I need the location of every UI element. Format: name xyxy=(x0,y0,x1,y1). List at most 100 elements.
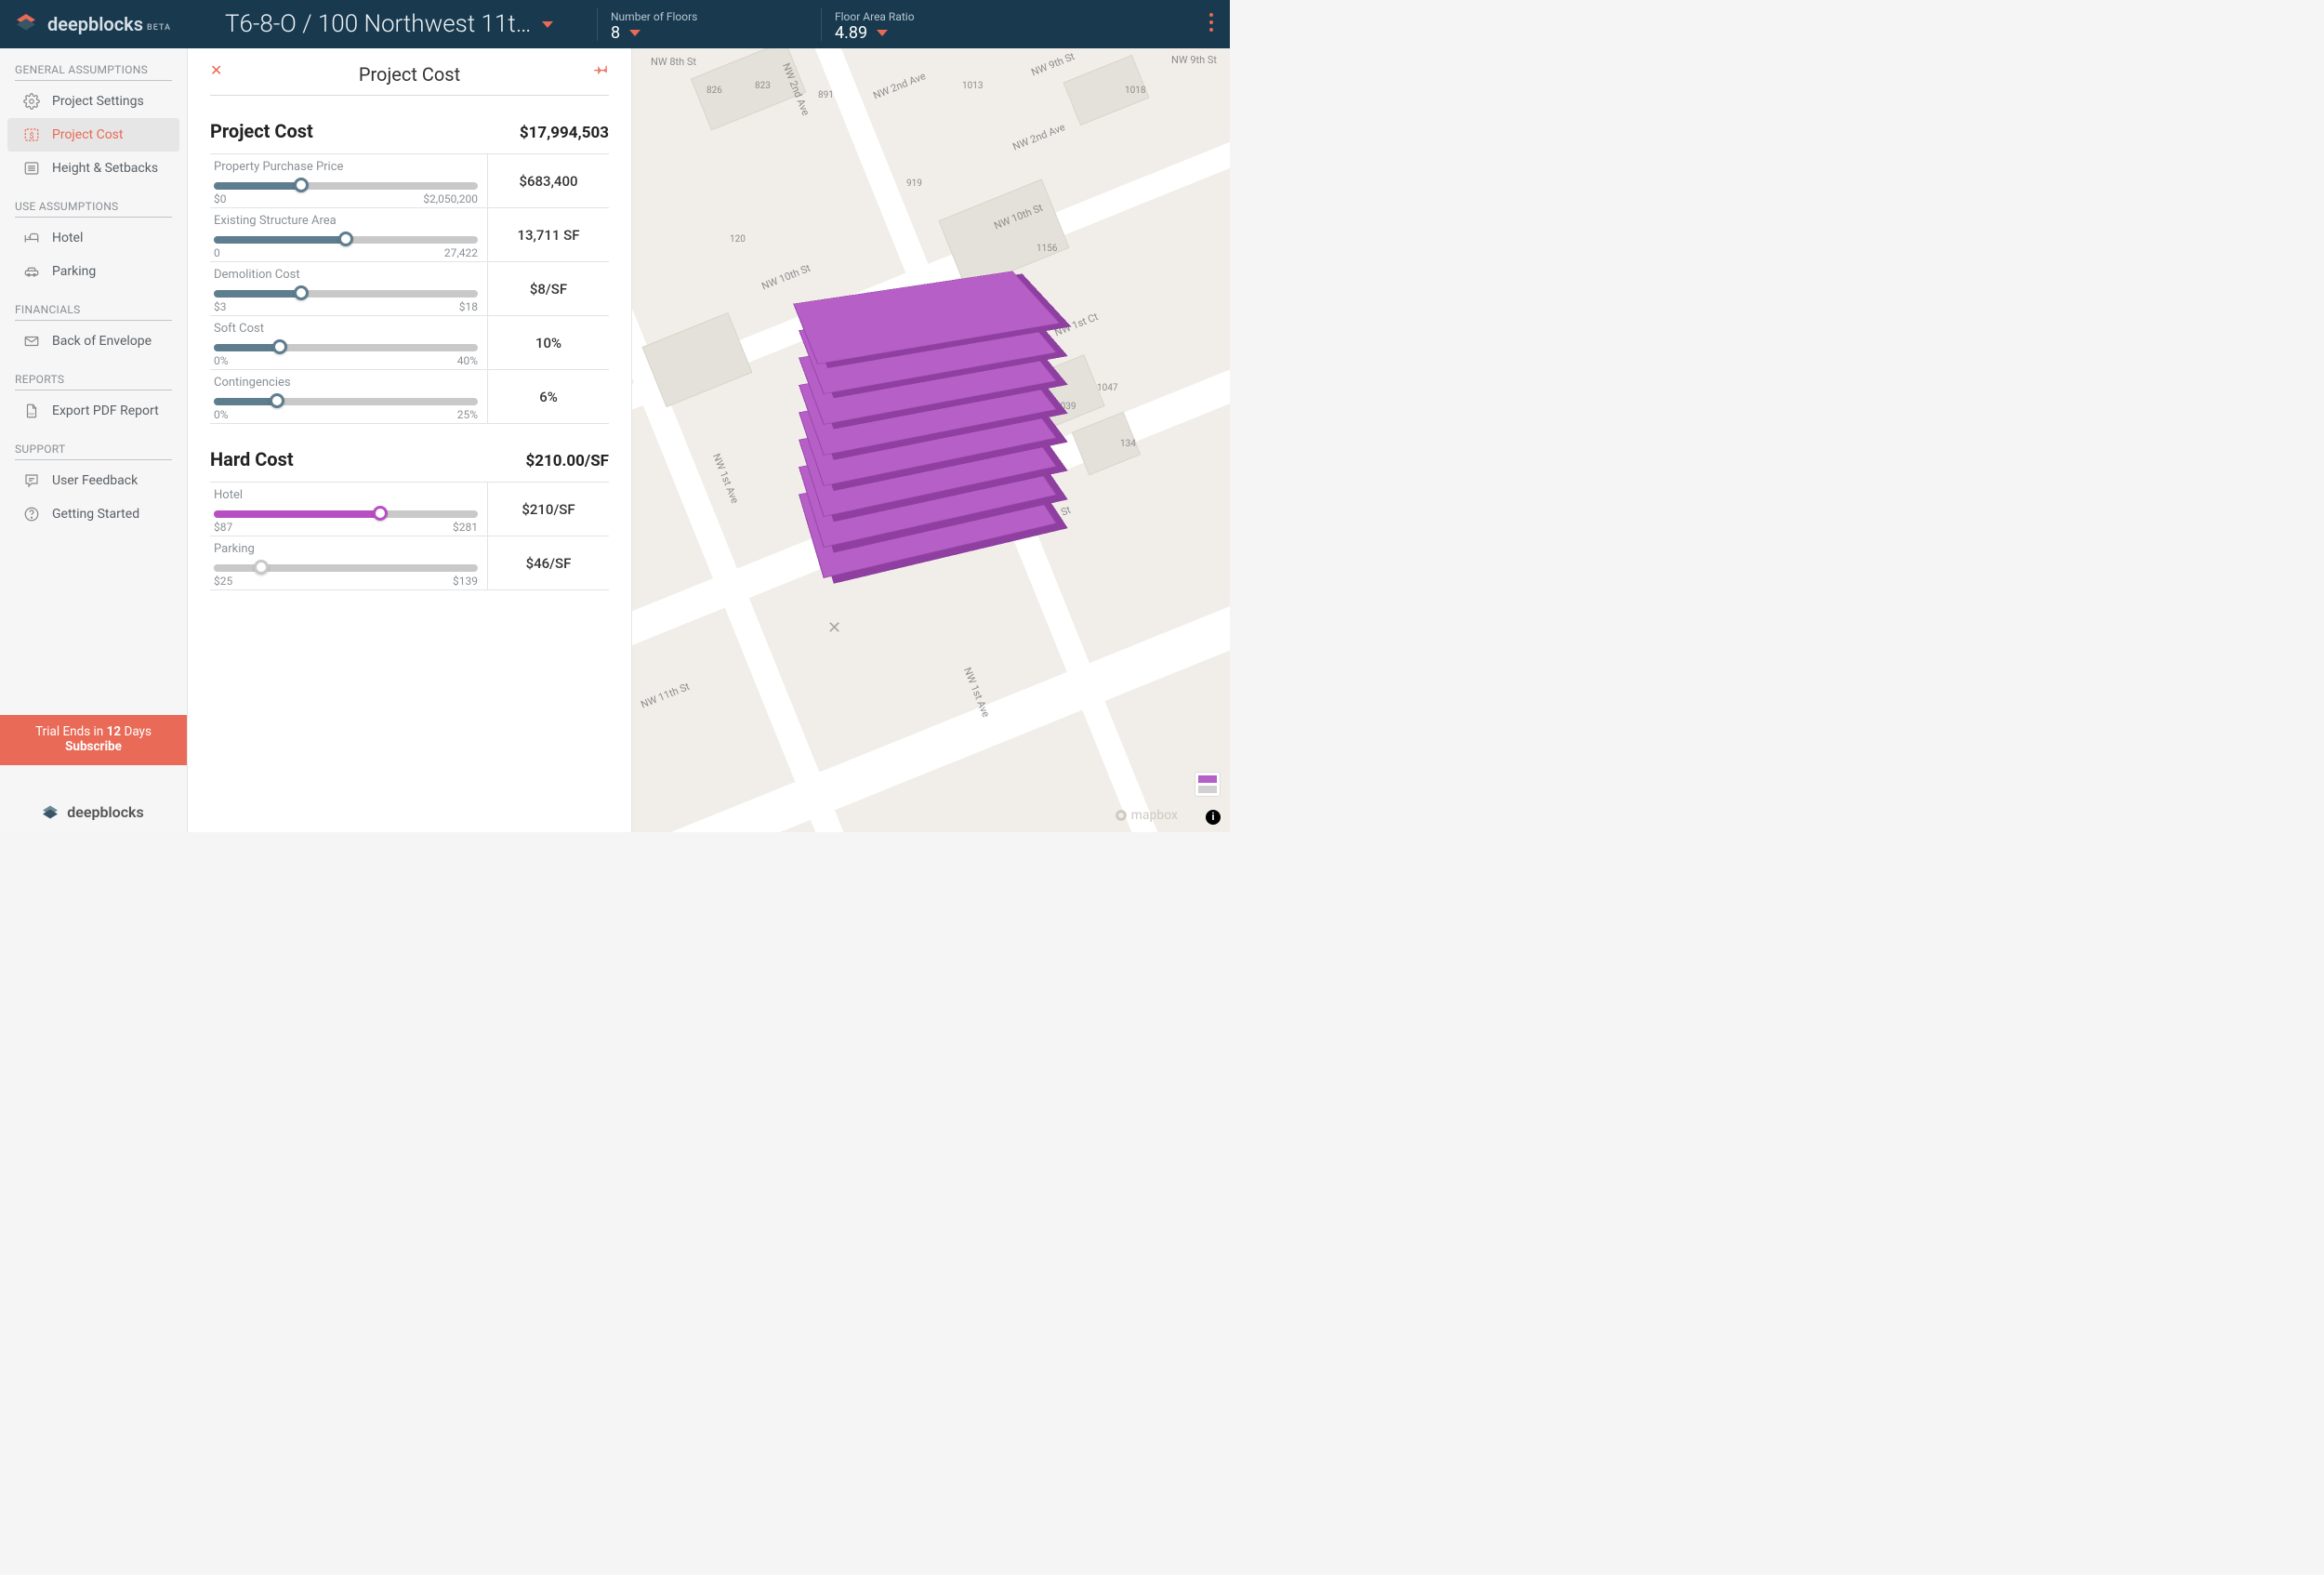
row-value: 10% xyxy=(488,316,609,369)
section-reports: REPORTS xyxy=(15,373,172,390)
street-label: NW 1st Ct xyxy=(1053,311,1101,339)
pdf-icon: PDF xyxy=(22,402,41,420)
sidebar-item-label: User Feedback xyxy=(52,473,138,488)
envelope-icon xyxy=(22,332,41,351)
project-title-dropdown[interactable]: T6-8-O / 100 Northwest 11t… xyxy=(188,10,597,38)
row-value: 13,711 SF xyxy=(488,208,609,261)
sidebar-item-getting-started[interactable]: Getting Started xyxy=(7,497,179,531)
street-label: NW 11th St xyxy=(640,681,692,711)
sidebar-item-hotel[interactable]: Hotel xyxy=(7,221,179,255)
slider-min: $87 xyxy=(214,521,232,534)
project-cost-total: $17,994,503 xyxy=(520,124,609,142)
row-value: 6% xyxy=(488,370,609,423)
sliders-icon xyxy=(22,159,41,178)
sidebar-item-label: Height & Setbacks xyxy=(52,161,158,176)
brand-logo[interactable]: deepblocks BETA xyxy=(0,13,188,35)
chevron-down-icon xyxy=(877,30,888,36)
sidebar-item-project-settings[interactable]: Project Settings xyxy=(7,85,179,118)
slider[interactable] xyxy=(214,560,478,573)
far-selector[interactable]: Floor Area Ratio 4.89 xyxy=(822,7,933,43)
sidebar-item-export-pdf[interactable]: PDF Export PDF Report xyxy=(7,394,179,428)
slider-max: 40% xyxy=(457,354,478,367)
section-support: SUPPORT xyxy=(15,443,172,460)
cost-row: Hotel$87$281$210/SF xyxy=(210,482,609,536)
panel-title: Project Cost xyxy=(359,63,460,86)
floors-selector[interactable]: Number of Floors 8 xyxy=(598,7,821,43)
sidebar-item-label: Project Cost xyxy=(52,127,123,142)
subscribe-link[interactable]: Subscribe xyxy=(65,739,122,754)
slider[interactable] xyxy=(214,393,478,406)
slider-min: 0% xyxy=(214,408,229,421)
map-viewport[interactable]: NW 8th St NW 2nd Ave NW 9th St NW 9th St… xyxy=(632,48,1230,832)
row-value: $210/SF xyxy=(488,483,609,536)
street-label: NW 2nd Ave xyxy=(1011,121,1067,152)
lot-label: 1013 xyxy=(962,81,983,91)
pin-icon[interactable] xyxy=(594,61,609,80)
info-icon[interactable]: i xyxy=(1206,810,1221,825)
sidebar-item-height-setbacks[interactable]: Height & Setbacks xyxy=(7,152,179,185)
car-icon xyxy=(22,262,41,281)
row-label: Contingencies xyxy=(214,376,478,390)
sidebar-item-parking[interactable]: Parking xyxy=(7,255,179,288)
slider-max: $139 xyxy=(453,575,478,588)
sidebar: GENERAL ASSUMPTIONS Project Settings $ P… xyxy=(0,48,188,832)
slider-max: $2,050,200 xyxy=(423,192,478,205)
far-value: 4.89 xyxy=(835,23,867,43)
sidebar-item-user-feedback[interactable]: User Feedback xyxy=(7,464,179,497)
sidebar-item-back-of-envelope[interactable]: Back of Envelope xyxy=(7,324,179,358)
slider[interactable] xyxy=(214,178,478,191)
project-title-text: T6-8-O / 100 Northwest 11t… xyxy=(225,10,531,38)
row-label: Hotel xyxy=(214,488,478,502)
slider-min: $3 xyxy=(214,300,227,313)
chevron-down-icon xyxy=(629,30,640,36)
street-label: NW 9th St xyxy=(1171,54,1217,66)
project-cost-panel: ✕ Project Cost Project Cost $17,994,503 … xyxy=(188,48,632,832)
slider-max: $18 xyxy=(459,300,478,313)
cost-row: Soft Cost0%40%10% xyxy=(210,315,609,369)
section-general: GENERAL ASSUMPTIONS xyxy=(15,63,172,81)
lot-label: 134 xyxy=(1120,439,1136,449)
slider-max: 25% xyxy=(457,408,478,421)
brand-name: deepblocks xyxy=(47,13,143,35)
lot-label: 823 xyxy=(755,81,771,91)
group-project-cost: Project Cost $17,994,503 xyxy=(210,96,609,153)
slider[interactable] xyxy=(214,339,478,352)
close-icon[interactable]: ✕ xyxy=(210,61,222,79)
massing-model[interactable] xyxy=(809,253,1050,550)
cost-row: Contingencies 0% 25% 6% xyxy=(210,369,609,424)
row-value: $46/SF xyxy=(488,536,609,589)
street-label: NW 8th St xyxy=(651,56,696,68)
chat-icon xyxy=(22,471,41,490)
footer-logo: deepblocks xyxy=(0,803,187,821)
slider[interactable] xyxy=(214,285,478,298)
more-menu-button[interactable] xyxy=(1209,13,1213,32)
sidebar-item-label: Hotel xyxy=(52,231,83,245)
gear-icon xyxy=(22,92,41,111)
trial-banner[interactable]: Trial Ends in 12 Days Subscribe xyxy=(0,715,187,765)
lot-label: 1018 xyxy=(1125,86,1145,96)
lot-label: 1039 xyxy=(1055,402,1076,412)
logo-icon xyxy=(17,14,40,34)
row-value: $8/SF xyxy=(488,262,609,315)
cost-row: Property Purchase Price$0$2,050,200$683,… xyxy=(210,153,609,207)
bed-icon xyxy=(22,229,41,247)
dollar-icon: $ xyxy=(22,126,41,144)
slider[interactable] xyxy=(214,232,478,245)
sidebar-item-label: Back of Envelope xyxy=(52,334,152,349)
hard-cost-total: $210.00/SF xyxy=(525,452,609,470)
map-attribution: mapbox xyxy=(1115,808,1178,823)
far-label: Floor Area Ratio xyxy=(835,10,915,23)
street-label: NW 2nd Ave xyxy=(872,70,928,101)
lot-label: 891 xyxy=(818,90,834,100)
slider-min: $25 xyxy=(214,575,232,588)
slider[interactable] xyxy=(214,506,478,519)
sidebar-item-label: Parking xyxy=(52,264,96,279)
slider-min: 0 xyxy=(214,246,220,259)
lot-label: 120 xyxy=(730,234,746,245)
map-legend[interactable] xyxy=(1195,772,1221,797)
row-label: Parking xyxy=(214,542,478,556)
brand-beta-badge: BETA xyxy=(147,23,171,33)
sidebar-item-project-cost[interactable]: $ Project Cost xyxy=(7,118,179,152)
floors-value: 8 xyxy=(611,23,620,43)
row-label: Soft Cost xyxy=(214,322,478,336)
